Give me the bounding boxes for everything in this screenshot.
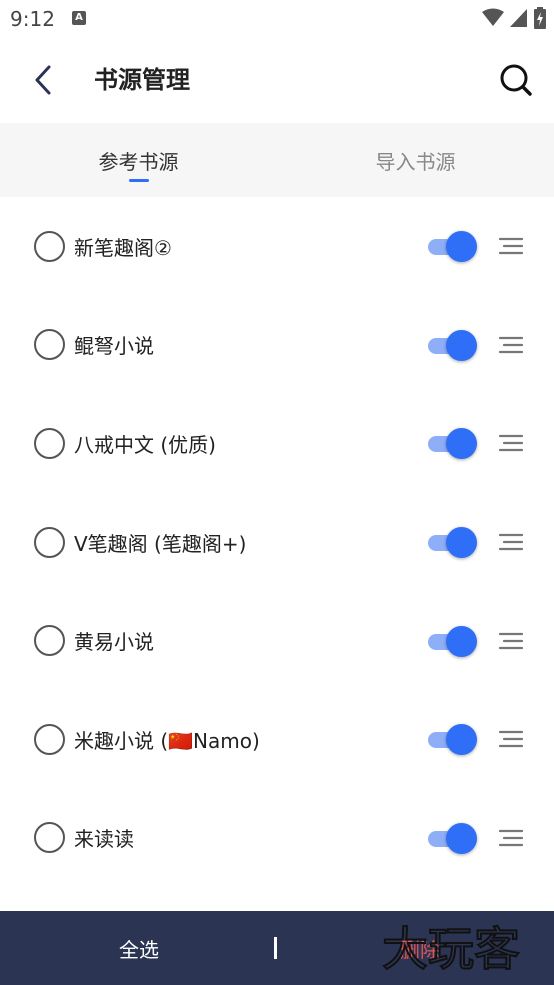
list-item: 米趣小说 (🇨🇳Namo) [0, 690, 554, 789]
source-name: 鲲弩小说 [74, 334, 154, 359]
source-name: 黄易小说 [74, 630, 154, 655]
page-title: 书源管理 [94, 66, 190, 94]
source-tabs: 参考书源 导入书源 [0, 123, 554, 197]
list-item: 黄易小说 [0, 591, 554, 690]
source-name: 新笔趣阁② [74, 235, 172, 260]
list-item: V笔趣阁 (笔趣阁+) [0, 493, 554, 592]
back-arrow-icon [35, 65, 51, 95]
select-radio[interactable] [34, 822, 65, 854]
battery-charging-icon [534, 7, 546, 29]
select-radio[interactable] [34, 723, 65, 755]
drag-handle-icon[interactable] [498, 236, 524, 256]
enable-toggle[interactable] [428, 231, 480, 263]
list-item: 鲲弩小说 [0, 296, 554, 395]
select-radio[interactable] [34, 427, 65, 459]
back-button[interactable] [28, 62, 58, 98]
enable-toggle[interactable] [428, 527, 480, 559]
source-name: 米趣小说 (🇨🇳Namo) [74, 728, 260, 753]
tab-label: 参考书源 [98, 149, 179, 174]
drag-handle-icon[interactable] [498, 532, 524, 552]
drag-handle-icon[interactable] [498, 631, 524, 651]
tab-label: 导入书源 [375, 149, 456, 174]
signal-icon [510, 9, 527, 27]
app-header: 书源管理 [0, 38, 554, 123]
divider [274, 937, 277, 959]
select-radio[interactable] [34, 329, 65, 361]
notification-icon: A [72, 11, 86, 25]
enable-toggle[interactable] [428, 329, 480, 361]
drag-handle-icon[interactable] [498, 828, 524, 848]
status-icons [482, 7, 546, 29]
select-radio[interactable] [34, 526, 65, 558]
enable-toggle[interactable] [428, 822, 480, 854]
source-name: 来读读 [74, 827, 134, 852]
watermark-logo: 大玩客 [381, 921, 521, 977]
status-time: 9:12 [10, 7, 55, 31]
list-item: 来读读 [0, 789, 554, 888]
source-list: 新笔趣阁② 鲲弩小说 八戒中文 (优质) V笔趣阁 (笔趣阁+) 黄易小说 米趣… [0, 197, 554, 887]
drag-handle-icon[interactable] [498, 729, 524, 749]
list-item: 八戒中文 (优质) [0, 394, 554, 493]
tab-imported-sources[interactable]: 导入书源 [277, 123, 554, 197]
tab-reference-sources[interactable]: 参考书源 [0, 123, 277, 197]
search-icon [500, 64, 532, 96]
source-name: 八戒中文 (优质) [74, 432, 216, 457]
search-button[interactable] [498, 62, 534, 98]
drag-handle-icon[interactable] [498, 335, 524, 355]
select-radio[interactable] [34, 230, 65, 262]
enable-toggle[interactable] [428, 428, 480, 460]
bottom-action-bar: 全选 删除 大玩客 [0, 911, 554, 985]
list-item: 新笔趣阁② [0, 197, 554, 296]
select-radio[interactable] [34, 625, 65, 657]
drag-handle-icon[interactable] [498, 433, 524, 453]
enable-toggle[interactable] [428, 724, 480, 756]
source-name: V笔趣阁 (笔趣阁+) [74, 531, 247, 556]
select-all-button[interactable]: 全选 [98, 911, 180, 985]
status-bar: 9:12 A [0, 0, 554, 38]
enable-toggle[interactable] [428, 625, 480, 657]
active-tab-indicator [128, 179, 149, 182]
svg-text:大玩客: 大玩客 [382, 922, 520, 976]
wifi-icon [482, 8, 504, 26]
